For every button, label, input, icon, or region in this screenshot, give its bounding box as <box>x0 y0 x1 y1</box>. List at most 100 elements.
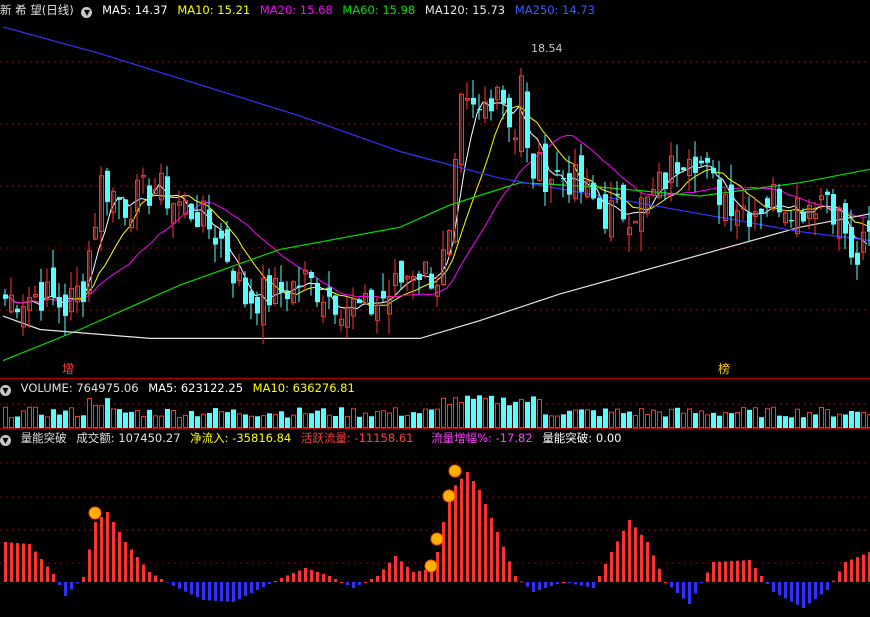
volume-bar <box>297 407 302 428</box>
indicator-bar-positive <box>604 564 607 582</box>
volume-bar <box>363 412 368 428</box>
indicator-bar-positive <box>712 562 715 582</box>
candle-body <box>525 91 530 148</box>
candle-body <box>231 270 236 284</box>
volume-bar <box>15 416 20 428</box>
indicator-name[interactable]: 量能突破 <box>21 431 67 445</box>
volume-bar <box>273 414 278 429</box>
candle-body <box>561 177 566 180</box>
volume-bar <box>39 414 44 428</box>
indicator-bar-positive <box>496 532 499 582</box>
volume-bar <box>33 406 38 429</box>
candle-body <box>729 184 734 217</box>
circle-triangle-icon[interactable]: ▼ <box>0 385 11 396</box>
candle-body <box>225 229 230 262</box>
indicator-bar-positive <box>838 571 841 582</box>
indicator-bar-positive <box>394 556 397 582</box>
volume-bar <box>171 409 176 429</box>
indicator-bar-negative <box>772 582 775 592</box>
indicator-bar-positive <box>628 520 631 582</box>
breakout-value: 量能突破: 0.00 <box>542 431 622 445</box>
candle-body <box>327 287 332 297</box>
stock-chart-canvas[interactable]: 18.54 增 榜 <box>0 0 870 617</box>
candle-body <box>39 281 44 311</box>
volume-bar <box>687 408 692 428</box>
grid-lines <box>0 61 870 564</box>
candle-body <box>255 296 260 314</box>
candle-body <box>51 267 56 297</box>
volume-bar <box>723 411 728 428</box>
volume-bar <box>27 406 32 429</box>
volume-bar <box>771 406 776 428</box>
indicator-bar-positive <box>292 573 295 582</box>
marker-left: 增 <box>62 362 74 376</box>
breakout-signal-icon <box>430 532 444 546</box>
volume-bar <box>165 408 170 428</box>
indicator-bar-positive <box>316 572 319 582</box>
volume-bar <box>645 413 650 428</box>
indicator-bar-negative <box>592 582 595 588</box>
volume-bar <box>63 410 68 428</box>
indicator-bar-positive <box>130 549 133 582</box>
indicator-bar-negative <box>70 582 73 590</box>
volume-bar <box>531 396 536 428</box>
circle-triangle-icon[interactable]: ▼ <box>0 435 11 446</box>
candle-body <box>63 294 68 316</box>
volume-bar <box>81 415 86 428</box>
indicator-bar-positive <box>406 566 409 582</box>
indicator-bar-negative <box>820 582 823 595</box>
indicator-bar-negative <box>700 582 703 583</box>
indicator-bar-negative <box>532 582 535 592</box>
volume-bar <box>501 397 506 428</box>
ma60-line <box>2 168 870 362</box>
volume-bar <box>699 410 704 429</box>
volume-ma5-value: MA5: 623122.25 <box>148 381 244 395</box>
indicator-bar-negative <box>214 582 217 601</box>
volume-bar <box>633 415 638 428</box>
indicator-bar-positive <box>106 512 109 582</box>
volume-bar <box>675 407 680 428</box>
indicator-bar-positive <box>460 478 463 582</box>
candle-body <box>501 89 506 104</box>
volume-bar <box>57 414 62 428</box>
indicator-bar-negative <box>352 582 355 588</box>
indicator-bar-positive <box>442 522 445 582</box>
breakout-signal-icon <box>448 464 462 478</box>
indicator-bar-positive <box>34 551 37 582</box>
indicator-bar-negative <box>268 582 271 584</box>
indicator-bar-negative <box>796 582 799 605</box>
volume-bar <box>159 415 164 428</box>
circle-triangle-icon[interactable]: ▼ <box>81 7 93 18</box>
candle-body <box>507 97 512 128</box>
indicator-bar-positive <box>304 568 307 582</box>
volume-bar <box>93 405 98 428</box>
candle-body <box>147 185 152 206</box>
breakout-signals <box>88 464 462 573</box>
stock-title[interactable]: 新 希 望(日线) <box>0 3 74 17</box>
indicator-bar-positive <box>370 579 373 582</box>
indicator-bar-negative <box>232 582 235 602</box>
candle-body <box>567 173 572 195</box>
flow-growth-value: 流量增幅%: -17.82 <box>431 431 533 445</box>
volume-bar <box>177 416 182 428</box>
price-volume-separator <box>0 378 870 379</box>
volume-bar <box>423 408 428 428</box>
indicator-bar-positive <box>334 579 337 582</box>
candle-body <box>3 294 8 299</box>
volume-bar <box>99 405 104 428</box>
volume-bar <box>747 409 752 428</box>
volume-bar <box>477 395 482 428</box>
candle-body <box>489 98 494 112</box>
indicator-bar-positive <box>424 570 427 582</box>
candle-body <box>759 208 764 214</box>
volume-bar <box>795 408 800 429</box>
candle-body <box>789 219 794 222</box>
indicator-bar-negative <box>196 582 199 598</box>
indicator-bar-negative <box>574 582 577 585</box>
indicator-bar-negative <box>346 582 349 585</box>
indicator-bar-negative <box>808 582 811 604</box>
indicator-bar-positive <box>454 485 457 582</box>
indicator-bar-positive <box>148 572 151 582</box>
indicator-bar-negative <box>64 582 67 596</box>
candle-body <box>603 194 608 229</box>
